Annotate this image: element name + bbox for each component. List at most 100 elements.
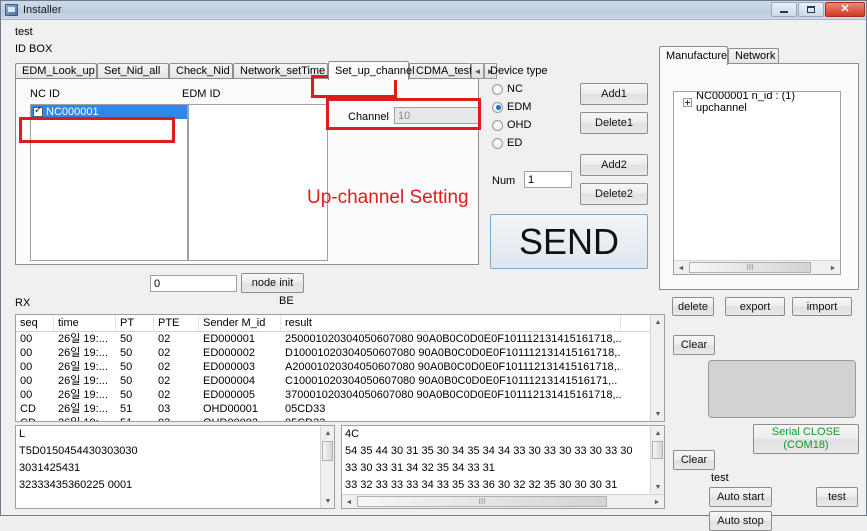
tab-network[interactable]: Network (728, 48, 779, 64)
cell-time: 26일 19:... (58, 375, 108, 387)
send-button[interactable]: SEND (490, 214, 648, 269)
num-input[interactable]: 1 (524, 171, 572, 188)
tab-cdma-test[interactable]: CDMA_test (409, 63, 472, 79)
installer-window: Installer ✕ test ID BOX EDM_Look_up Set_… (0, 0, 867, 531)
radio-edm[interactable]: EDM (492, 101, 531, 113)
scroll-up-icon[interactable]: ▲ (321, 426, 334, 440)
table-row[interactable]: 00 26일 19:... 50 02 ED000003 A2000102030… (16, 360, 664, 374)
add1-button[interactable]: Add1 (580, 83, 648, 105)
header-line2: ID BOX (15, 43, 53, 55)
cell-time: 26일 19:... (58, 389, 108, 401)
tab-set-nid-all[interactable]: Set_Nid_all (97, 63, 169, 79)
cell-pt: 50 (120, 389, 133, 401)
column-header-sender[interactable]: Sender M_id (199, 315, 281, 331)
rx-grid-vscrollbar[interactable]: ▲ ▼ (650, 315, 664, 421)
channel-input[interactable]: 10 (394, 107, 479, 124)
rx-grid-header: seq time PT PTE Sender M_id result (16, 315, 664, 332)
table-row[interactable]: 00 26일 19:... 50 02 ED000002 D1000102030… (16, 346, 664, 360)
maximize-button[interactable] (798, 2, 824, 17)
scroll-left-icon[interactable]: ◄ (674, 261, 688, 274)
minimize-button[interactable] (771, 2, 797, 17)
close-button[interactable]: ✕ (825, 2, 865, 17)
plus-icon[interactable] (683, 97, 692, 107)
left-log-vscrollbar[interactable]: ▲ ▼ (320, 426, 334, 508)
tab-set-up-channel[interactable]: Set_up_channel (328, 61, 415, 80)
mid-log-vscrollbar[interactable]: ▲ ▼ (650, 426, 664, 494)
auto-stop-button[interactable]: Auto stop (709, 511, 772, 531)
mid-log-hscrollbar[interactable]: ◄ III ► (342, 494, 664, 508)
scroll-down-icon[interactable]: ▼ (651, 480, 664, 494)
test-button[interactable]: test (816, 487, 858, 507)
scroll-right-icon[interactable]: ► (650, 495, 664, 508)
tree-hscrollbar[interactable]: ◄ III ► (674, 260, 840, 274)
cell-pt: 50 (120, 347, 133, 359)
cell-time: 26일 19:... (54, 416, 116, 421)
table-row[interactable]: CD 26일 19:... 51 03 OHD00001 05CD33 (16, 402, 664, 416)
tree-hscroll-thumb[interactable]: III (689, 262, 811, 273)
delete-button[interactable]: delete (672, 297, 714, 316)
left-log-scroll-thumb[interactable] (322, 441, 333, 461)
num-label: Num (492, 175, 516, 187)
log-line: 33 32 33 33 33 34 33 35 33 36 30 32 32 3… (345, 479, 618, 491)
auto-start-button[interactable]: Auto start (709, 487, 772, 507)
radio-ohd[interactable]: OHD (492, 119, 531, 131)
tree-item[interactable]: NC000001 n_id : (1) upchannel (674, 92, 840, 114)
delete1-button[interactable]: Delete1 (580, 112, 648, 134)
tab-check-nid[interactable]: Check_Nid (169, 63, 233, 79)
scroll-up-icon[interactable]: ▲ (651, 315, 664, 329)
add2-button[interactable]: Add2 (580, 154, 648, 176)
column-header-seq[interactable]: seq (16, 315, 54, 331)
node-init-button[interactable]: node init (241, 273, 304, 293)
checkbox-icon[interactable] (33, 105, 43, 117)
scroll-down-icon[interactable]: ▼ (321, 494, 334, 508)
tab-network-settime[interactable]: Network_setTime (233, 63, 328, 79)
table-row[interactable]: CD 26일 19:... 51 03 OHD00002 05CD33 (16, 416, 664, 421)
title-bar: Installer ✕ (1, 1, 866, 20)
scroll-up-icon[interactable]: ▲ (651, 426, 664, 440)
cell-pte: 02 (158, 347, 171, 359)
scroll-left-icon[interactable]: ◄ (342, 495, 356, 508)
tab-manufacture[interactable]: Manufacture (659, 46, 728, 65)
radio-nc[interactable]: NC (492, 83, 523, 95)
scroll-right-icon[interactable]: ► (826, 261, 840, 274)
radio-ed[interactable]: ED (492, 137, 522, 149)
tab-prev-icon[interactable]: ◄ (471, 63, 484, 79)
left-log-panel[interactable]: L T5D0150454430303030 3031425431 3233343… (15, 425, 335, 509)
cell-sender: ED000001 (203, 333, 255, 345)
radio-ohd-label: OHD (507, 119, 532, 131)
cell-result: D10001020304050607080 90A0B0C0D0E0F10111… (285, 347, 621, 359)
test-group-label: test (711, 472, 729, 484)
log-line: 3031425431 (19, 462, 81, 474)
table-row[interactable]: 00 26일 19:... 50 02 ED000005 37000102030… (16, 388, 664, 402)
column-header-time[interactable]: time (54, 315, 116, 331)
list-item[interactable]: NC000001 (31, 105, 187, 119)
tab-edm-look-up[interactable]: EDM_Look_up (15, 63, 97, 79)
table-row[interactable]: 00 26일 19:... 50 02 ED000004 C1000102030… (16, 374, 664, 388)
radio-icon (492, 83, 503, 95)
mid-log-scroll-thumb[interactable] (652, 441, 663, 459)
clear-bottom-button[interactable]: Clear (673, 450, 715, 470)
serial-toggle-button[interactable]: Serial CLOSE (COM18) (753, 424, 859, 454)
export-button[interactable]: export (725, 297, 785, 316)
node-input[interactable]: 0 (150, 275, 237, 292)
column-header-result[interactable]: result (281, 315, 621, 331)
up-channel-annotation: Up-channel Setting (307, 187, 469, 208)
mid-log-hscroll-thumb[interactable]: III (357, 496, 607, 507)
scroll-down-icon[interactable]: ▼ (651, 407, 664, 421)
cell-time: 26일 19:... (58, 361, 108, 373)
cell-sender: ED000002 (203, 347, 255, 359)
table-row[interactable]: 00 26일 19:... 50 02 ED000001 25000102030… (16, 332, 664, 346)
edm-id-list[interactable] (188, 104, 328, 261)
delete2-button[interactable]: Delete2 (580, 183, 648, 205)
manufacture-tree[interactable]: NC000001 n_id : (1) upchannel ◄ III ► (673, 91, 841, 275)
cell-sender: ED000005 (203, 389, 255, 401)
nc-id-list[interactable]: NC000001 (30, 104, 188, 261)
clear-top-button[interactable]: Clear (673, 335, 715, 355)
rx-grid[interactable]: seq time PT PTE Sender M_id result 00 26… (15, 314, 665, 422)
mid-log-panel[interactable]: 4C 54 35 44 30 31 35 30 34 35 34 34 33 3… (341, 425, 665, 509)
column-header-pte[interactable]: PTE (154, 315, 199, 331)
import-button[interactable]: import (792, 297, 852, 316)
log-line: 4C (345, 428, 360, 440)
log-line: 33 30 33 31 34 32 35 34 33 31 (345, 462, 495, 474)
column-header-pt[interactable]: PT (116, 315, 154, 331)
